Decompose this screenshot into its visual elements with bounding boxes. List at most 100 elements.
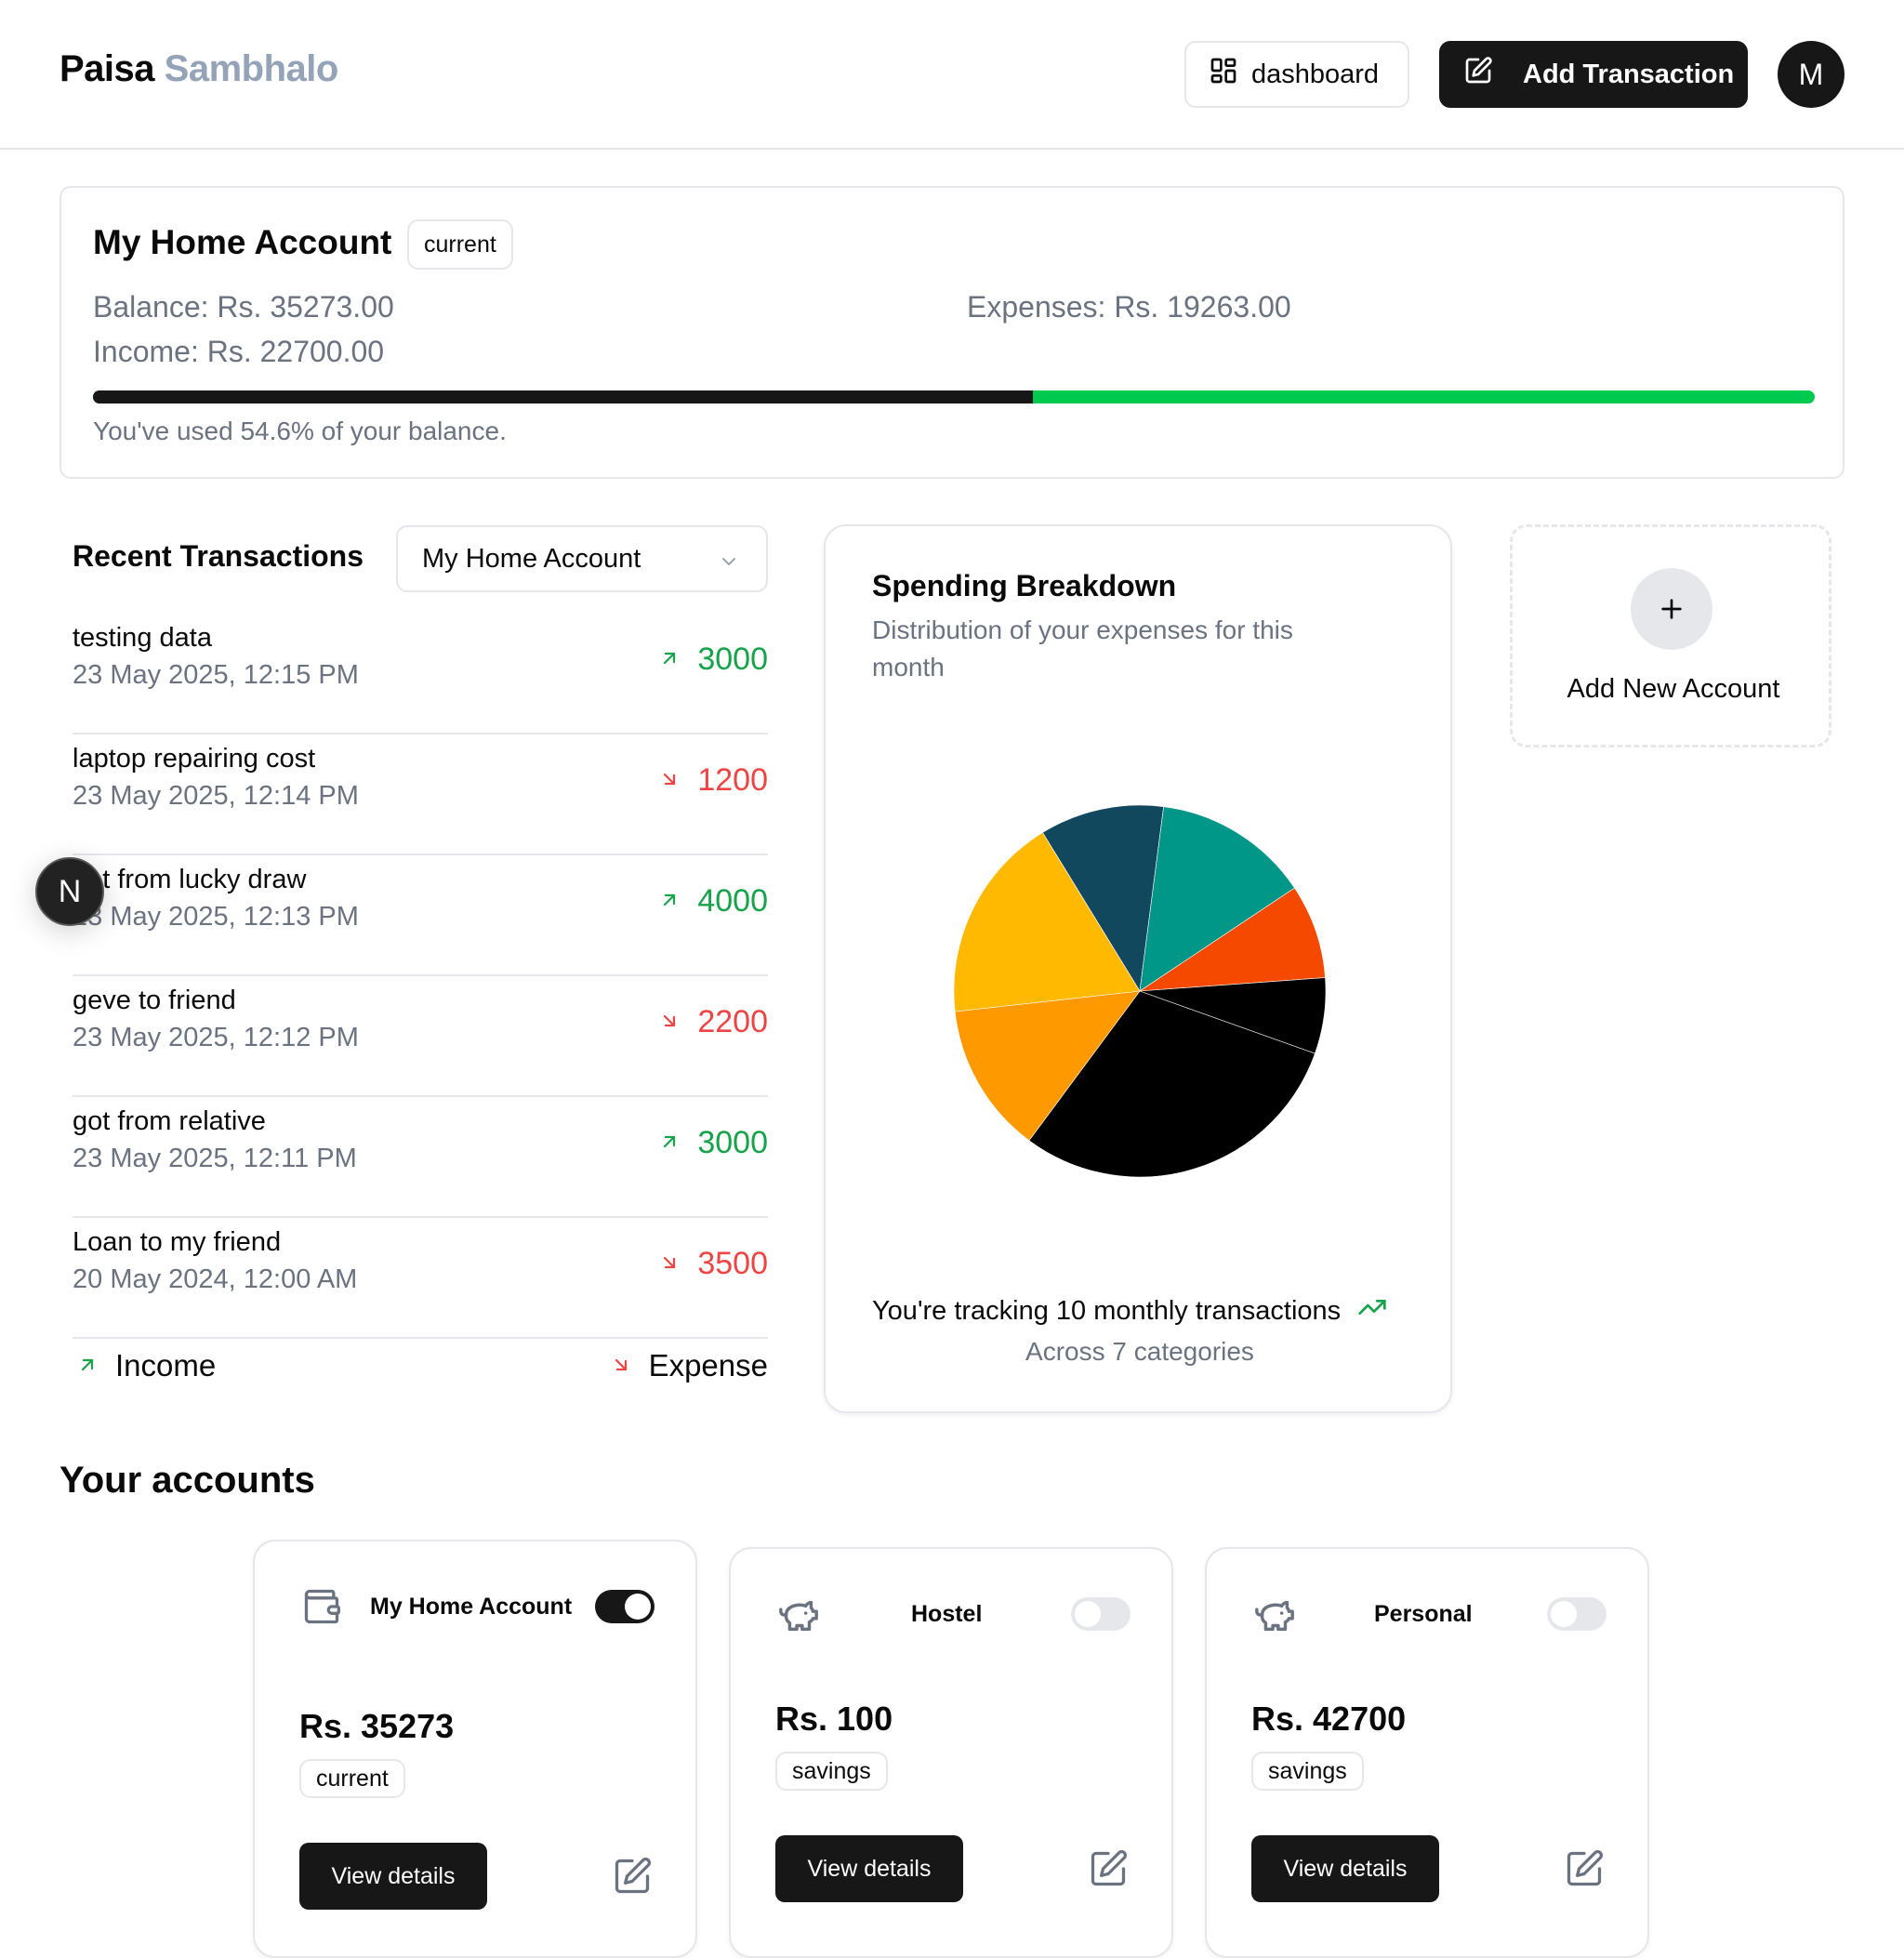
edit-account-icon[interactable] — [1088, 1848, 1129, 1894]
transaction-row[interactable]: geve to friend 23 May 2025, 12:12 PM 2200 — [73, 976, 768, 1097]
transaction-amount-value: 3000 — [697, 1125, 768, 1160]
balance-usage-progress-fill — [93, 390, 1034, 404]
add-new-account-card[interactable]: Add New Account — [1510, 524, 1831, 747]
transaction-date: 23 May 2025, 12:15 PM — [73, 660, 359, 690]
edit-account-icon[interactable] — [1564, 1848, 1605, 1894]
transaction-amount: 3000 — [658, 642, 768, 678]
account-balance: Rs. 100 — [775, 1700, 893, 1738]
dashboard-label: dashboard — [1251, 59, 1380, 89]
dev-badge-letter: N — [58, 873, 82, 909]
transaction-date: 23 May 2025, 12:14 PM — [73, 781, 359, 811]
account-card: Hostel Rs. 100 savings View details — [729, 1547, 1173, 1958]
account-name: My Home Account — [370, 1594, 573, 1620]
transaction-name: Loan to my friend — [73, 1227, 282, 1257]
account-type-badge: current — [407, 219, 513, 270]
account-active-toggle[interactable] — [595, 1590, 654, 1623]
spending-breakdown-card: Spending Breakdown Distribution of your … — [824, 524, 1452, 1413]
top-header: Paisa Sambhalo dashboard Add Transaction… — [0, 0, 1904, 150]
transaction-amount: 3500 — [658, 1246, 768, 1282]
transaction-date: 20 May 2024, 12:00 AM — [73, 1264, 358, 1294]
account-select-value: My Home Account — [422, 543, 641, 574]
dev-tools-badge[interactable]: N — [35, 857, 104, 926]
categories-summary-text: Across 7 categories — [1025, 1337, 1254, 1366]
account-name: Personal — [1374, 1601, 1473, 1627]
transaction-name: got from relative — [73, 1106, 266, 1136]
transaction-row[interactable]: laptop repairing cost 23 May 2025, 12:14 … — [73, 734, 768, 855]
transaction-amount-value: 4000 — [697, 883, 768, 919]
add-transaction-label: Add Transaction — [1523, 59, 1735, 89]
wallet-icon — [301, 1586, 342, 1632]
transaction-amount: 4000 — [658, 883, 768, 919]
account-active-toggle[interactable] — [1547, 1597, 1606, 1631]
arrow-down-right-icon — [610, 1348, 632, 1383]
transaction-row[interactable]: testing data 23 May 2025, 12:15 PM 3000 — [73, 614, 768, 734]
brand-logo[interactable]: Paisa Sambhalo — [60, 48, 338, 90]
brand-name-part2: Sambhalo — [164, 48, 339, 89]
balance-usage-text: You've used 54.6% of your balance. — [93, 417, 507, 445]
add-new-account-label: Add New Account — [1567, 674, 1780, 704]
account-card: Personal Rs. 42700 savings View details — [1205, 1547, 1649, 1958]
tracking-summary-text: You're tracking 10 monthly transactions — [872, 1295, 1342, 1326]
account-card: My Home Account Rs. 35273 current View d… — [253, 1540, 697, 1958]
transaction-amount: 1200 — [658, 762, 768, 799]
plus-icon — [1631, 568, 1712, 650]
transaction-amount: 3000 — [658, 1125, 768, 1161]
edit-square-icon — [1463, 56, 1493, 93]
arrow-down-right-icon — [658, 1246, 681, 1282]
account-type-badge: current — [299, 1759, 405, 1798]
transaction-date: 23 May 2025, 12:11 PM — [73, 1144, 357, 1173]
transaction-date: 23 May 2025, 12:12 PM — [73, 1023, 359, 1052]
view-details-button[interactable]: View details — [775, 1835, 963, 1902]
view-details-button[interactable]: View details — [299, 1843, 487, 1910]
transaction-name: testing data — [73, 623, 212, 653]
transaction-list: testing data 23 May 2025, 12:15 PM 3000 lap… — [73, 614, 768, 1339]
account-balance: Rs. 42700 — [1251, 1700, 1407, 1738]
transaction-name: geve to friend — [73, 986, 236, 1015]
transaction-row[interactable]: got from lucky draw 23 May 2025, 12:13 PM… — [73, 855, 768, 976]
recent-transactions-title: Recent Transactions — [73, 539, 364, 573]
transaction-row[interactable]: got from relative 23 May 2025, 12:11 PM 30… — [73, 1097, 768, 1218]
spending-pie-chart — [953, 804, 1327, 1178]
trending-up-icon — [1357, 1292, 1387, 1330]
transaction-amount-value: 3000 — [697, 642, 768, 677]
transaction-amount-value: 2200 — [697, 1004, 768, 1039]
avatar-initial: M — [1798, 57, 1824, 91]
arrow-up-right-icon — [76, 1348, 99, 1383]
arrow-up-right-icon — [658, 1125, 681, 1161]
piggy-bank-icon — [1253, 1594, 1296, 1641]
account-type-badge: savings — [1251, 1752, 1364, 1791]
balance-usage-progress-bar — [93, 390, 1815, 404]
arrow-down-right-icon — [658, 762, 681, 799]
legend-expense-label: Expense — [648, 1348, 768, 1383]
add-transaction-button[interactable]: Add Transaction — [1439, 41, 1748, 108]
account-type-badge: savings — [775, 1752, 888, 1791]
view-details-button[interactable]: View details — [1251, 1835, 1439, 1902]
arrow-down-right-icon — [658, 1004, 681, 1040]
chevron-down-icon — [718, 549, 740, 580]
tracking-summary: You're tracking 10 monthly transactions — [872, 1292, 1387, 1330]
account-select-dropdown[interactable]: My Home Account — [396, 525, 768, 592]
transaction-amount-value: 1200 — [697, 762, 768, 798]
legend-expense: Expense — [610, 1348, 768, 1383]
your-accounts-title: Your accounts — [60, 1460, 315, 1501]
transaction-amount: 2200 — [658, 1004, 768, 1040]
income-text: Income: Rs. 22700.00 — [93, 335, 385, 368]
legend-income: Income — [76, 1348, 216, 1383]
legend-income-label: Income — [115, 1348, 217, 1383]
arrow-up-right-icon — [658, 883, 681, 919]
account-active-toggle[interactable] — [1071, 1597, 1130, 1631]
dashboard-button[interactable]: dashboard — [1184, 41, 1409, 108]
transaction-name: laptop repairing cost — [73, 744, 316, 774]
edit-account-icon[interactable] — [612, 1856, 653, 1901]
account-balance: Rs. 35273 — [299, 1707, 455, 1745]
piggy-bank-icon — [777, 1594, 820, 1641]
transaction-name: got from lucky draw — [73, 865, 307, 894]
current-account-name: My Home Account — [93, 223, 392, 261]
arrow-up-right-icon — [658, 642, 681, 678]
brand-name-part1: Paisa — [60, 48, 155, 89]
expenses-text: Expenses: Rs. 19263.00 — [967, 290, 1291, 324]
current-account-card: My Home Account current Balance: Rs. 352… — [60, 186, 1844, 479]
user-avatar[interactable]: M — [1778, 41, 1844, 108]
transaction-amount-value: 3500 — [697, 1246, 768, 1281]
transaction-row[interactable]: Loan to my friend 20 May 2024, 12:00 AM 35… — [73, 1218, 768, 1339]
